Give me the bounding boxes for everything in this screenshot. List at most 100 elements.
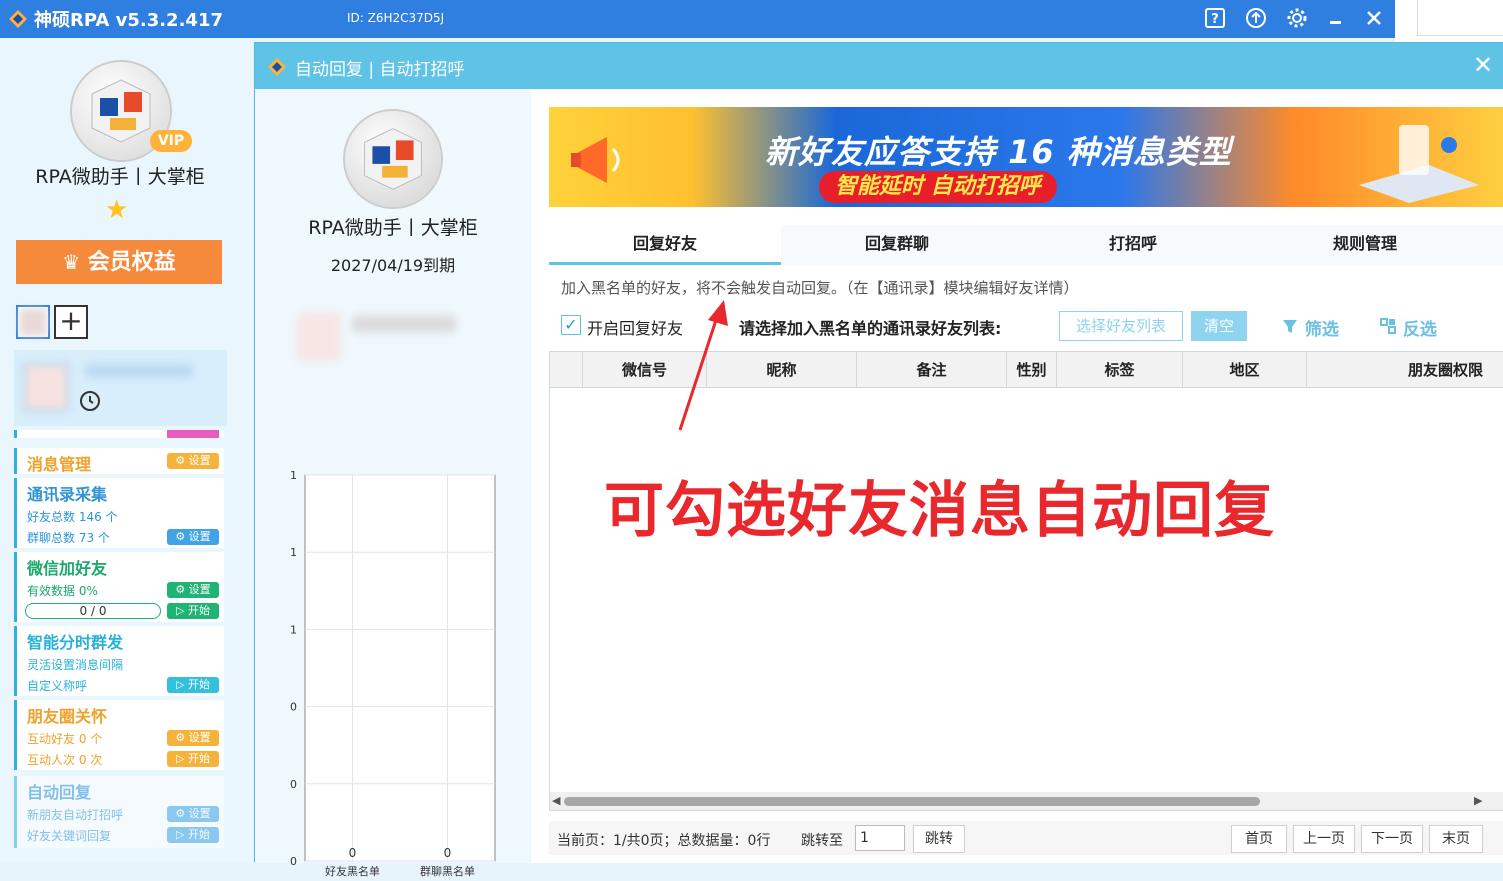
horizontal-scrollbar[interactable]: ◀ ▶ — [550, 792, 1503, 810]
tab-reply-friends[interactable]: 回复好友 — [549, 225, 781, 265]
start-button[interactable]: ▷ 开始 — [167, 677, 219, 693]
jump-button[interactable]: 跳转 — [913, 825, 965, 853]
sidebar: VIP RPA微助手丨大掌柜 ★ ♛ 会员权益 + 消息管理 ⚙ 设置 通讯录采… — [0, 38, 253, 862]
start-button[interactable]: ▷ 开始 — [167, 603, 219, 619]
first-page-button[interactable]: 首页 — [1231, 825, 1287, 853]
account-card[interactable] — [14, 350, 227, 426]
chart-y-tick-label: 1 — [290, 469, 297, 482]
column-moments-permission[interactable]: 朋友圈权限 — [1306, 352, 1503, 388]
scroll-thumb[interactable] — [564, 797, 1260, 806]
pagination: 当前页：1/共0页；总数据量：0行 跳转至 1 跳转 首页 上一页 下一页 末页 — [549, 821, 1503, 855]
user-name: RPA微助手丨大掌柜 — [35, 166, 205, 188]
settings-button[interactable]: ⚙ 设置 — [167, 730, 219, 746]
chart-data-label: 0 — [444, 846, 452, 860]
minimize-icon[interactable] — [1323, 7, 1347, 31]
column-checkbox[interactable] — [550, 352, 582, 388]
tab-bar: 回复好友 回复群聊 打招呼 规则管理 — [549, 225, 1503, 265]
phone-illustration-icon — [1359, 125, 1479, 203]
megaphone-icon — [571, 137, 620, 183]
account-thumbnail[interactable] — [16, 305, 50, 339]
chart-x-tick-label: 群聊黑名单 — [420, 864, 475, 878]
clock-icon — [78, 388, 102, 412]
member-icon: ♛ — [62, 250, 81, 274]
settings-button[interactable]: ⚙ 设置 — [167, 453, 219, 469]
sidebar-item-group-send[interactable]: 智能分时群发 灵活设置消息间隔 自定义称呼 ▷ 开始 — [14, 626, 224, 696]
friend-name — [351, 315, 457, 333]
annotation-text: 可勾选好友消息自动回复 — [604, 476, 1275, 546]
tab-rule-management[interactable]: 规则管理 — [1249, 225, 1481, 265]
column-remark[interactable]: 备注 — [856, 352, 1006, 388]
friend-avatar — [297, 313, 341, 361]
sidebar-item-add-friends[interactable]: 微信加好友 有效数据 0% ⚙ 设置 0 / 0 ▷ 开始 — [14, 552, 224, 622]
sidebar-item-message-management[interactable]: 消息管理 ⚙ 设置 — [14, 448, 224, 474]
next-page-button[interactable]: 下一页 — [1361, 825, 1423, 853]
filter-icon — [1283, 320, 1297, 333]
profile-expiry: 2027/04/19到期 — [330, 256, 456, 275]
app-titlebar: 神硕RPA v5.3.2.417 ID: Z6H2C37D5J ? — [0, 0, 1395, 38]
tab-reply-groups[interactable]: 回复群聊 — [781, 225, 1013, 265]
account-avatar — [23, 363, 69, 411]
help-icon[interactable]: ? — [1203, 7, 1227, 31]
sidebar-item-hidden — [14, 430, 224, 438]
prev-page-button[interactable]: 上一页 — [1293, 825, 1355, 853]
star-icon: ★ — [105, 195, 129, 225]
jump-label: 跳转至 — [801, 833, 843, 849]
page-input[interactable]: 1 — [855, 825, 905, 851]
invert-icon — [1380, 318, 1396, 334]
last-page-button[interactable]: 末页 — [1429, 825, 1483, 853]
account-name — [84, 364, 194, 378]
sidebar-item-contacts[interactable]: 通讯录采集 好友总数 146 个 群聊总数 73 个 ⚙ 设置 — [14, 478, 224, 548]
blacklist-chart: 1110000好友黑名单0群聊黑名单 — [290, 469, 496, 878]
enable-reply-checkbox[interactable]: ✓ — [561, 315, 581, 335]
column-region[interactable]: 地区 — [1182, 352, 1306, 388]
promo-banner[interactable]: 新好友应答支持 16 种消息类型 智能延时 自动打招呼 — [549, 107, 1503, 207]
column-gender[interactable]: 性别 — [1006, 352, 1056, 388]
page-info: 当前页：1/共0页；总数据量：0行 — [557, 833, 771, 849]
start-button[interactable]: ▷ 开始 — [167, 751, 219, 767]
auto-reply-dialog: 自动回复 | 自动打招呼 ✕ RPA微助手丨大掌柜 2027/04/19到期 1… — [254, 42, 1503, 878]
filter-button[interactable]: 筛选 — [1281, 315, 1339, 340]
chart-plot-area — [304, 474, 496, 862]
member-benefits-button[interactable]: ♛ 会员权益 — [16, 240, 222, 284]
dialog-logo-icon — [268, 58, 286, 76]
svg-text:?: ? — [1211, 12, 1219, 27]
chart-y-tick-label: 1 — [290, 623, 297, 636]
invert-selection-button[interactable]: 反选 — [1379, 315, 1437, 340]
sidebar-item-moments-care[interactable]: 朋友圈关怀 互动好友 0 个 互动人次 0 次 ⚙ 设置 ▷ 开始 — [14, 700, 224, 770]
progress-bar: 0 / 0 — [25, 603, 161, 619]
profile-avatar — [345, 111, 441, 207]
app-logo-icon — [9, 10, 27, 28]
enable-reply-label[interactable]: 开启回复好友 — [587, 315, 683, 339]
annotation-arrow-icon — [678, 300, 728, 431]
sidebar-item-auto-reply[interactable]: 自动回复 新朋友自动打招呼 好友关键词回复 ⚙ 设置 ▷ 开始 — [14, 776, 224, 848]
upload-icon[interactable] — [1244, 7, 1268, 31]
select-friends-button[interactable]: 选择好友列表 — [1059, 311, 1183, 341]
scroll-right-icon[interactable]: ▶ — [1474, 794, 1482, 807]
settings-button[interactable]: ⚙ 设置 — [167, 806, 219, 822]
column-tag[interactable]: 标签 — [1056, 352, 1182, 388]
chart-y-tick-label: 0 — [290, 701, 297, 714]
banner-headline: 新好友应答支持 16 种消息类型 — [765, 133, 1232, 171]
chart-y-tick-label: 0 — [290, 778, 297, 791]
chart-x-tick-label: 好友黑名单 — [325, 864, 380, 878]
scroll-left-icon[interactable]: ◀ — [552, 794, 560, 807]
device-id: ID: Z6H2C37D5J — [347, 11, 445, 25]
chart-y-tick-label: 1 — [290, 546, 297, 559]
clear-button[interactable]: 清空 — [1191, 311, 1247, 341]
vip-badge: VIP — [150, 130, 192, 152]
settings-button[interactable]: ⚙ 设置 — [167, 529, 219, 545]
dialog-header: 自动回复 | 自动打招呼 ✕ — [255, 43, 1503, 89]
background-window — [1395, 0, 1503, 42]
blacklist-label: 请选择加入黑名单的通讯录好友列表: — [739, 319, 1002, 338]
tab-greeting[interactable]: 打招呼 — [1017, 225, 1249, 265]
start-button[interactable]: ▷ 开始 — [167, 827, 219, 843]
close-icon[interactable] — [1362, 7, 1386, 31]
settings-button[interactable]: ⚙ 设置 — [167, 582, 219, 598]
add-account-button[interactable]: + — [54, 305, 88, 339]
gear-icon[interactable] — [1285, 7, 1309, 31]
chart-data-label: 0 — [349, 846, 357, 860]
dialog-profile-panel: RPA微助手丨大掌柜 2027/04/19到期 1 1 1 0 0 0 0 好友黑名单 0 群聊黑… — [255, 89, 531, 878]
dialog-close-icon[interactable]: ✕ — [1473, 51, 1493, 79]
app-title: 神硕RPA v5.3.2.417 — [34, 10, 223, 31]
blacklist-note: 加入黑名单的好友，将不会触发自动回复。（在【通讯录】模块编辑好友详情） — [561, 279, 1079, 297]
